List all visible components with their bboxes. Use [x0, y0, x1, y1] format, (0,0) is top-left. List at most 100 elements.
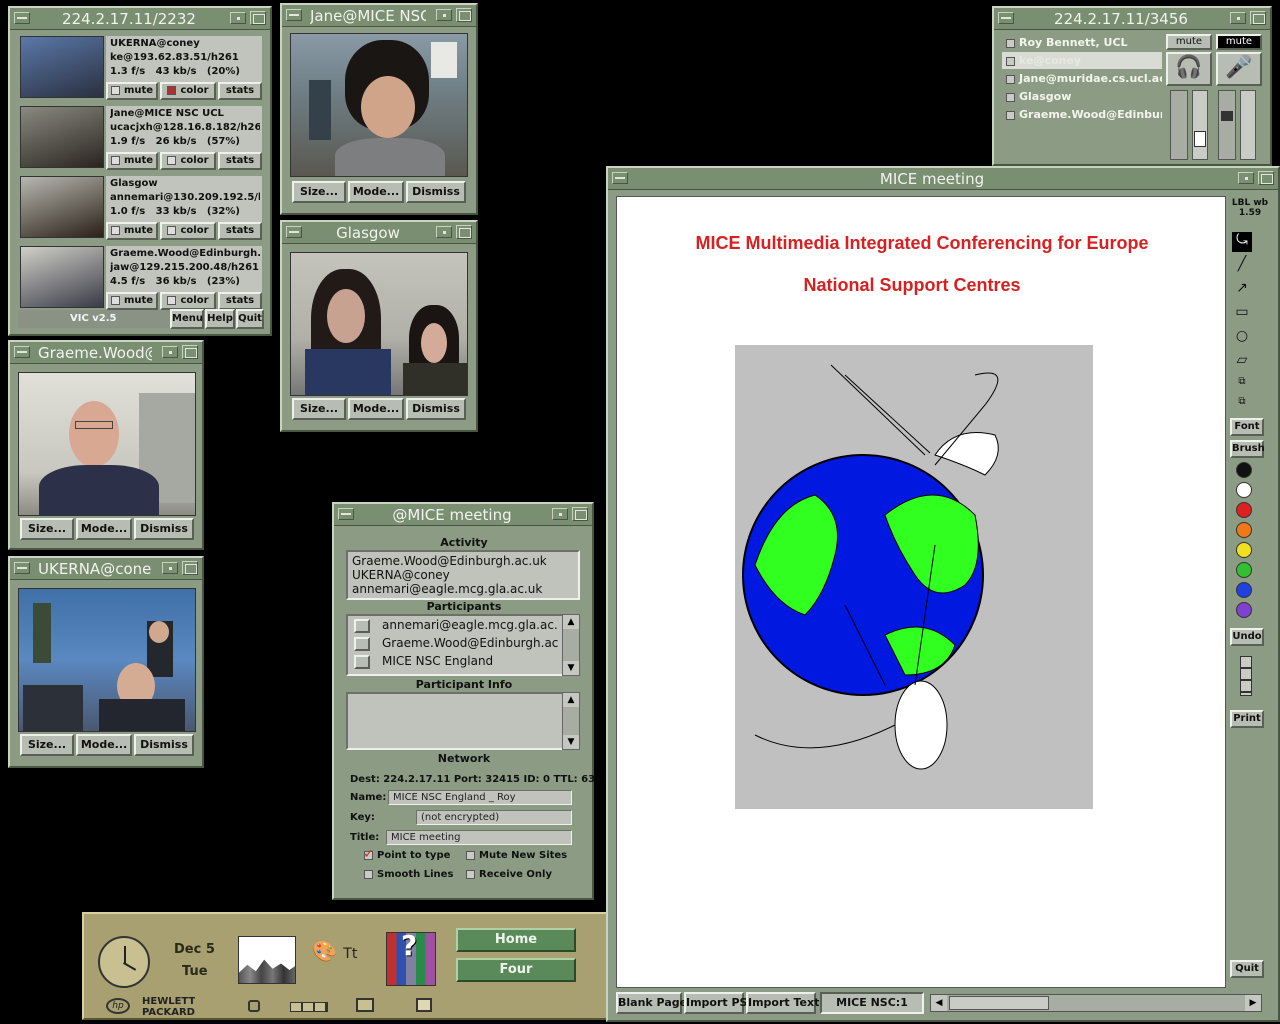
load-meter-icon[interactable] [238, 936, 296, 984]
scroll-thumb[interactable] [949, 996, 1049, 1010]
titlebar[interactable]: Graeme.Wood@Edinburgh.ac.uk [10, 342, 202, 364]
participant-item[interactable]: annemari@eagle.mcg.gla.ac. [348, 616, 562, 634]
color-toggle[interactable]: color [160, 82, 216, 100]
page-scrollbar[interactable]: ◀ ▶ [930, 994, 1262, 1012]
vat-speaker-volume[interactable] [1192, 90, 1208, 160]
participant-select-button[interactable] [354, 618, 370, 633]
vat-mute-speaker-button[interactable]: mute [1166, 34, 1212, 50]
rectangle-tool-icon[interactable]: ▭ [1232, 304, 1252, 324]
minimize-icon[interactable] [162, 346, 178, 358]
checkbox-icon[interactable] [110, 155, 120, 165]
color-swatch[interactable] [1236, 482, 1252, 498]
color-swatch[interactable] [1236, 542, 1252, 558]
scroll-right-icon[interactable]: ▶ [1245, 995, 1261, 1011]
window-menu-icon[interactable] [286, 226, 302, 238]
key-field[interactable]: (not encrypted) [416, 810, 572, 825]
titlebar[interactable]: 224.2.17.11/3456 [994, 8, 1270, 30]
video-frame-graeme[interactable] [18, 372, 196, 516]
info-scrollbar[interactable]: ▲ ▼ [562, 692, 580, 750]
terminal-icon[interactable] [356, 998, 374, 1012]
minimize-icon[interactable] [436, 226, 452, 238]
workspace-four-button[interactable]: Four [456, 958, 576, 982]
smooth-lines-option[interactable]: Smooth Lines [364, 869, 453, 880]
move-tool-icon[interactable]: ⧉ [1232, 396, 1252, 416]
import-ps-button[interactable]: Import PS [684, 992, 747, 1014]
vat-site-item[interactable]: Graeme.Wood@Edinburgh [1002, 106, 1162, 123]
participant-select-button[interactable] [354, 636, 370, 651]
vat-site-item[interactable]: Jane@muridae.cs.ucl.ac [1002, 70, 1162, 87]
receive-only-option[interactable]: Receive Only [466, 869, 552, 880]
dismiss-button[interactable]: Dismiss [134, 734, 194, 756]
vat-speaker-meter[interactable] [1170, 90, 1188, 160]
vat-site-item[interactable]: Roy Bennett, UCL [1002, 34, 1162, 51]
participants-list[interactable]: annemari@eagle.mcg.gla.ac. Graeme.Wood@Ed… [346, 614, 564, 676]
checkbox-icon[interactable] [364, 869, 373, 879]
color-swatch[interactable] [1236, 582, 1252, 598]
window-menu-icon[interactable] [14, 346, 30, 358]
color-swatch[interactable] [1236, 522, 1252, 538]
printer-icon[interactable] [416, 998, 432, 1012]
color-toggle[interactable]: color [160, 222, 216, 240]
help-books-icon[interactable]: ? [386, 929, 436, 986]
color-swatch[interactable] [1236, 462, 1252, 478]
stats-button[interactable]: stats [218, 292, 262, 310]
ellipse-tool-icon[interactable]: ○ [1232, 328, 1252, 348]
size-button[interactable]: Size... [20, 518, 74, 540]
size-button[interactable]: Size... [292, 181, 346, 203]
stats-button[interactable]: stats [218, 222, 262, 240]
checkbox-icon[interactable]: ✓ [364, 850, 375, 861]
mute-toggle[interactable]: mute [106, 292, 158, 310]
source-thumbnail[interactable] [20, 106, 104, 168]
source-thumbnail[interactable] [20, 36, 104, 98]
checkbox-icon[interactable] [1006, 110, 1015, 120]
video-frame-jane[interactable] [290, 33, 468, 177]
maximize-icon[interactable] [250, 11, 266, 25]
video-frame-ukerna[interactable] [18, 588, 196, 732]
checkbox-icon[interactable] [167, 295, 177, 305]
imported-globe-image[interactable] [735, 345, 1093, 809]
window-menu-icon[interactable] [612, 172, 628, 184]
dismiss-button[interactable]: Dismiss [406, 181, 466, 203]
point-to-type-option[interactable]: ✓ Point to type [364, 850, 450, 861]
line-tool-icon[interactable]: ╱ [1232, 256, 1252, 276]
scroll-up-icon[interactable]: ▲ [563, 693, 579, 707]
checkbox-icon[interactable] [466, 869, 475, 879]
maximize-icon[interactable] [1258, 171, 1274, 185]
source-thumbnail[interactable] [20, 176, 104, 238]
source-thumbnail[interactable] [20, 246, 104, 308]
checkbox-icon[interactable] [167, 155, 177, 165]
maximize-icon[interactable] [572, 507, 588, 521]
size-button[interactable]: Size... [292, 398, 346, 420]
page-indicator[interactable]: MICE NSC:1 [820, 992, 924, 1014]
window-menu-icon[interactable] [14, 12, 30, 24]
mute-new-sites-option[interactable]: Mute New Sites [466, 850, 567, 861]
color-swatch[interactable] [1236, 502, 1252, 518]
stats-button[interactable]: stats [218, 152, 262, 170]
titlebar[interactable]: MICE meeting [608, 168, 1278, 190]
name-field[interactable]: MICE NSC England _ Roy [388, 790, 572, 805]
dismiss-button[interactable]: Dismiss [406, 398, 466, 420]
titlebar[interactable]: Glasgow [282, 222, 476, 244]
vic-quit-button[interactable]: Quit [236, 309, 264, 329]
scroll-left-icon[interactable]: ◀ [931, 995, 947, 1011]
scroll-up-icon[interactable]: ▲ [563, 615, 579, 629]
print-button[interactable]: Print [1230, 710, 1264, 728]
microphone-icon[interactable]: 🎤 [1216, 52, 1262, 86]
vic-menu-button[interactable]: Menu [170, 309, 204, 329]
checkbox-icon[interactable] [1006, 38, 1015, 48]
mute-toggle[interactable]: mute [106, 222, 158, 240]
color-swatch[interactable] [1236, 602, 1252, 618]
minimize-icon[interactable] [1238, 172, 1254, 184]
vic-titlebar[interactable]: 224.2.17.11/2232 [10, 8, 270, 30]
clock-icon[interactable] [98, 936, 150, 988]
lock-icon[interactable] [248, 1000, 260, 1012]
checkbox-icon[interactable] [466, 850, 475, 860]
titlebar[interactable]: @MICE meeting [334, 504, 592, 526]
vat-mic-meter[interactable] [1218, 90, 1236, 160]
checkbox-icon[interactable] [110, 85, 120, 95]
checkbox-icon[interactable] [110, 295, 120, 305]
mute-toggle[interactable]: mute [106, 82, 158, 100]
color-toggle[interactable]: color [160, 292, 216, 310]
color-toggle[interactable]: color [160, 152, 216, 170]
headphones-icon[interactable]: 🎧 [1166, 52, 1212, 86]
